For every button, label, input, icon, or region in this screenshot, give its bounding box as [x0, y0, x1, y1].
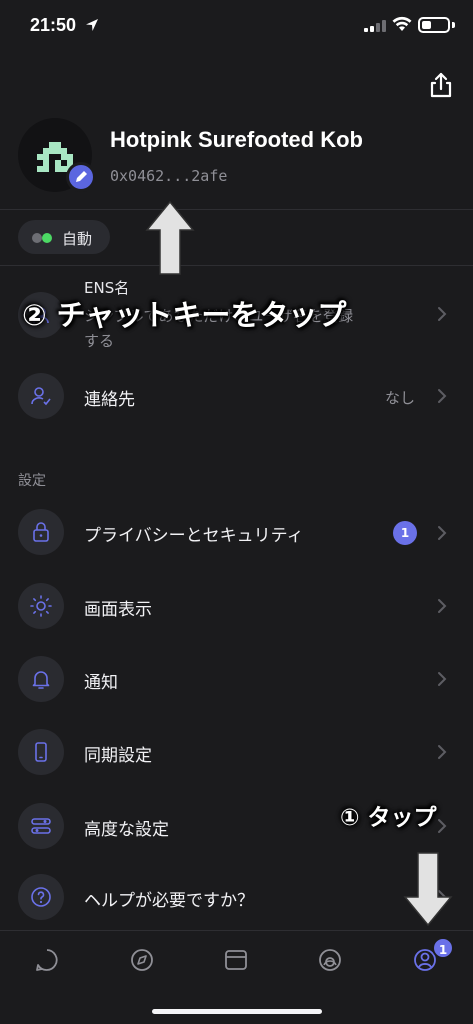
chevron-right-icon[interactable]	[437, 744, 447, 760]
pencil-icon	[76, 171, 87, 182]
wifi-icon	[392, 16, 412, 31]
appearance-row-icon[interactable]	[18, 583, 64, 629]
online-status-label: 自動	[62, 230, 93, 248]
sliders-icon	[31, 818, 51, 834]
tab-wallet-icon[interactable]	[221, 945, 251, 975]
bell-icon	[32, 671, 50, 689]
step1-annotation: ① タップ	[340, 805, 437, 831]
online-status-chip[interactable]: 自動	[18, 220, 110, 254]
chevron-right-icon[interactable]	[437, 818, 447, 834]
privacy-security-label[interactable]: プライバシーとセキュリティ	[84, 521, 304, 546]
privacy-row-icon[interactable]	[18, 509, 64, 555]
divider	[0, 209, 473, 210]
sync-settings-label[interactable]: 同期設定	[84, 741, 152, 766]
phone-icon	[35, 742, 47, 762]
status-bar: 21:50	[0, 0, 473, 50]
cellular-signal-icon	[364, 20, 386, 32]
notifications-label[interactable]: 通知	[84, 668, 118, 693]
question-icon	[31, 887, 51, 907]
up-arrow-annotation	[145, 200, 195, 275]
sun-icon	[30, 595, 52, 617]
tab-profile-badge: 1	[432, 937, 454, 959]
privacy-badge: 1	[393, 521, 417, 545]
location-arrow-icon	[86, 19, 98, 31]
chevron-right-icon[interactable]	[437, 598, 447, 614]
settings-section-heading: 設定	[18, 473, 46, 489]
chevron-right-icon[interactable]	[437, 671, 447, 687]
home-indicator	[152, 1009, 322, 1014]
status-dot	[42, 233, 52, 243]
notifications-row-icon[interactable]	[18, 656, 64, 702]
down-arrow-annotation	[403, 852, 453, 927]
battery-icon	[418, 17, 450, 33]
appearance-label[interactable]: 画面表示	[84, 595, 152, 620]
contacts-row-icon[interactable]	[18, 373, 64, 419]
contacts-value: なし	[384, 389, 415, 407]
divider	[0, 265, 473, 266]
lock-icon	[33, 522, 49, 542]
share-icon[interactable]	[426, 70, 456, 100]
help-label[interactable]: ヘルプが必要ですか？	[84, 886, 254, 911]
status-time: 21:50	[30, 15, 77, 35]
advanced-settings-label[interactable]: 高度な設定	[84, 815, 169, 840]
advanced-row-icon[interactable]	[18, 803, 64, 849]
step2-annotation: ② チャットキーをタップ	[22, 298, 347, 332]
chevron-right-icon[interactable]	[437, 306, 447, 322]
chevron-right-icon[interactable]	[437, 388, 447, 404]
sync-row-icon[interactable]	[18, 729, 64, 775]
tab-chats-icon[interactable]	[32, 945, 62, 975]
tab-browser-icon[interactable]	[127, 945, 157, 975]
tab-activity-icon[interactable]	[315, 945, 345, 975]
profile-name: Hotpink Surefooted Kob	[110, 127, 363, 152]
contacts-label[interactable]: 連絡先	[84, 385, 135, 410]
chevron-right-icon[interactable]	[437, 525, 447, 541]
help-row-icon[interactable]	[18, 874, 64, 920]
contacts-icon	[31, 387, 51, 406]
edit-avatar-button[interactable]	[66, 162, 96, 192]
profile-address[interactable]: 0x0462...2afe	[110, 167, 227, 185]
